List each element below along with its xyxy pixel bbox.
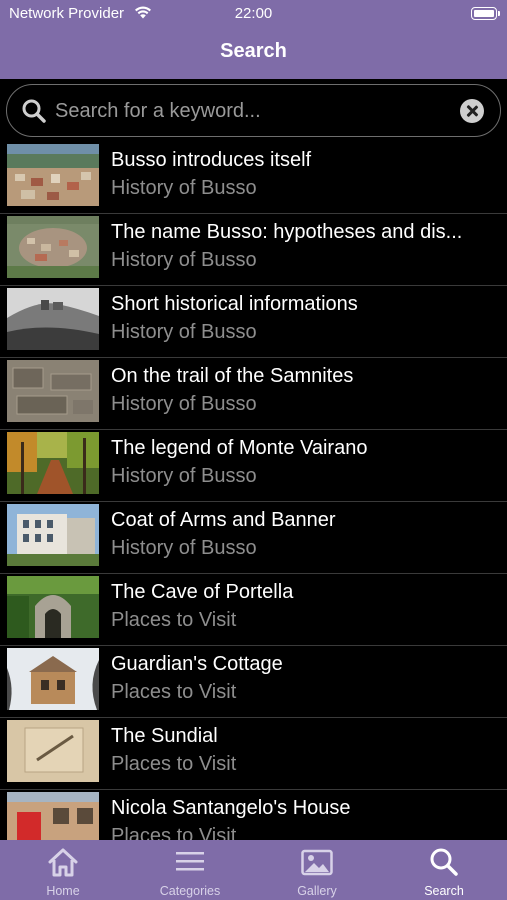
search-area <box>0 79 507 142</box>
photo-icon <box>301 847 333 877</box>
thumbnail-town-aerial <box>7 216 99 278</box>
thumbnail-cave <box>7 576 99 638</box>
item-subtitle: History of Busso <box>111 177 257 199</box>
item-title: Coat of Arms and Banner <box>111 509 336 531</box>
item-subtitle: Places to Visit <box>111 753 237 775</box>
item-subtitle: Places to Visit <box>111 609 237 631</box>
search-field[interactable] <box>6 84 501 137</box>
item-title: Guardian's Cottage <box>111 653 283 675</box>
tab-gallery[interactable]: Gallery <box>254 840 380 900</box>
page-title: Search <box>220 40 287 62</box>
item-title: Short historical informations <box>111 293 358 315</box>
item-subtitle: Places to Visit <box>111 681 237 703</box>
item-title: The Cave of Portella <box>111 581 294 603</box>
search-icon <box>21 98 47 129</box>
thumbnail-house-red-door <box>7 792 99 840</box>
thumbnail-cottage <box>7 648 99 710</box>
list-item[interactable]: The Sundial Places to Visit <box>0 718 507 790</box>
tab-label: Categories <box>159 884 221 898</box>
item-title: Busso introduces itself <box>111 149 312 171</box>
clear-icon[interactable] <box>460 99 484 123</box>
list-item[interactable]: Nicola Santangelo's House Places to Visi… <box>0 790 507 840</box>
battery-icon <box>471 7 500 20</box>
list-item[interactable]: The name Busso: hypotheses and dis... Hi… <box>0 214 507 286</box>
tab-label: Search <box>424 884 464 898</box>
item-subtitle: History of Busso <box>111 465 257 487</box>
item-title: The legend of Monte Vairano <box>111 437 368 459</box>
home-icon <box>47 847 79 877</box>
thumbnail-autumn-forest <box>7 432 99 494</box>
item-subtitle: History of Busso <box>111 249 257 271</box>
thumbnail-bw-hilltop <box>7 288 99 350</box>
item-title: The Sundial <box>111 725 218 747</box>
search-input[interactable] <box>55 97 445 125</box>
item-subtitle: Places to Visit <box>111 825 237 840</box>
item-subtitle: History of Busso <box>111 393 257 415</box>
list-item[interactable]: Short historical informations History of… <box>0 286 507 358</box>
item-title: The name Busso: hypotheses and dis... <box>111 221 463 243</box>
thumbnail-sundial <box>7 720 99 782</box>
tab-search[interactable]: Search <box>381 840 507 900</box>
list-item[interactable]: The legend of Monte Vairano History of B… <box>0 430 507 502</box>
thumbnail-village-aerial <box>7 144 99 206</box>
tab-bar: Home Categories Gallery Search <box>0 840 507 900</box>
tab-categories[interactable]: Categories <box>127 840 253 900</box>
list-icon <box>174 847 206 877</box>
tab-label: Gallery <box>297 884 337 898</box>
list-item[interactable]: Coat of Arms and Banner History of Busso <box>0 502 507 574</box>
item-title: On the trail of the Samnites <box>111 365 354 387</box>
list-item[interactable]: Guardian's Cottage Places to Visit <box>0 646 507 718</box>
list-item[interactable]: The Cave of Portella Places to Visit <box>0 574 507 646</box>
tab-label: Home <box>46 884 80 898</box>
status-bar: Network Provider 22:00 <box>0 0 507 28</box>
thumbnail-town-hall <box>7 504 99 566</box>
top-bar: Network Provider 22:00 Search <box>0 0 507 79</box>
clock: 22:00 <box>234 5 273 22</box>
results-list[interactable]: Busso introduces itself History of Busso… <box>0 142 507 840</box>
list-item[interactable]: Busso introduces itself History of Busso <box>0 142 507 214</box>
tab-home[interactable]: Home <box>0 840 126 900</box>
thumbnail-excavation <box>7 360 99 422</box>
search-icon <box>428 847 460 877</box>
item-subtitle: History of Busso <box>111 321 257 343</box>
item-title: Nicola Santangelo's House <box>111 797 351 819</box>
list-item[interactable]: On the trail of the Samnites History of … <box>0 358 507 430</box>
item-subtitle: History of Busso <box>111 537 257 559</box>
